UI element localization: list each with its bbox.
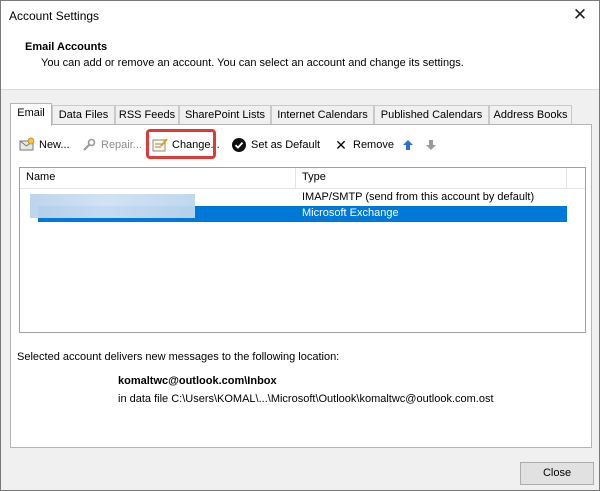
column-divider (295, 168, 296, 188)
header-description: You can add or remove an account. You ca… (41, 57, 464, 69)
new-account-icon (19, 137, 35, 153)
remove-button[interactable]: ✕ Remove (333, 135, 394, 155)
close-icon[interactable]: ✕ (569, 4, 591, 26)
move-up-button[interactable] (400, 135, 416, 155)
delivery-folder: komaltwc@outlook.com\Inbox (118, 375, 277, 387)
delivery-location-label: Selected account delivers new messages t… (17, 351, 340, 363)
account-type: IMAP/SMTP (send from this account by def… (302, 191, 535, 203)
set-default-button-label: Set as Default (251, 139, 321, 151)
new-button[interactable]: New... (19, 135, 70, 155)
dialog-header: Email Accounts You can add or remove an … (1, 32, 599, 90)
repair-button[interactable]: Repair... (81, 135, 142, 155)
close-button[interactable]: Close (520, 462, 594, 485)
account-settings-dialog: Account Settings ✕ Email Accounts You ca… (0, 0, 600, 491)
tab-published-calendars[interactable]: Published Calendars (374, 105, 489, 125)
tab-rss-feeds[interactable]: RSS Feeds (115, 105, 179, 125)
title-bar: Account Settings ✕ (1, 1, 599, 32)
arrow-up-icon (400, 137, 416, 153)
remove-button-label: Remove (353, 139, 394, 151)
set-default-button[interactable]: Set as Default (231, 135, 320, 155)
tab-address-books[interactable]: Address Books (489, 105, 572, 125)
new-button-label: New... (39, 139, 70, 151)
arrow-down-icon (423, 137, 439, 153)
account-type: Microsoft Exchange (302, 207, 399, 219)
window-title: Account Settings (9, 9, 100, 23)
tab-internet-calendars[interactable]: Internet Calendars (271, 105, 374, 125)
column-divider (566, 168, 567, 188)
change-highlight-box (146, 129, 216, 159)
account-toolbar: New... Repair... Change... Set as Defaul (11, 129, 591, 159)
remove-x-icon: ✕ (335, 136, 347, 153)
redacted-account-names (30, 194, 195, 218)
delivery-data-file: in data file C:\Users\KOMAL\...\Microsof… (118, 393, 494, 405)
checkmark-circle-icon (231, 137, 247, 153)
header-title: Email Accounts (25, 41, 108, 53)
repair-button-label: Repair... (101, 139, 142, 151)
email-tab-panel: New... Repair... Change... Set as Defaul (10, 124, 592, 448)
accounts-list[interactable]: Name Type IMAP/SMTP (send from this acco… (19, 167, 586, 333)
list-header: Name Type (20, 168, 585, 189)
tab-email[interactable]: Email (10, 103, 52, 126)
wrench-icon (81, 137, 97, 153)
tab-data-files[interactable]: Data Files (52, 105, 115, 125)
tab-sharepoint-lists[interactable]: SharePoint Lists (179, 105, 271, 125)
column-type[interactable]: Type (302, 171, 326, 183)
column-name[interactable]: Name (26, 171, 55, 183)
move-down-button[interactable] (423, 135, 439, 155)
